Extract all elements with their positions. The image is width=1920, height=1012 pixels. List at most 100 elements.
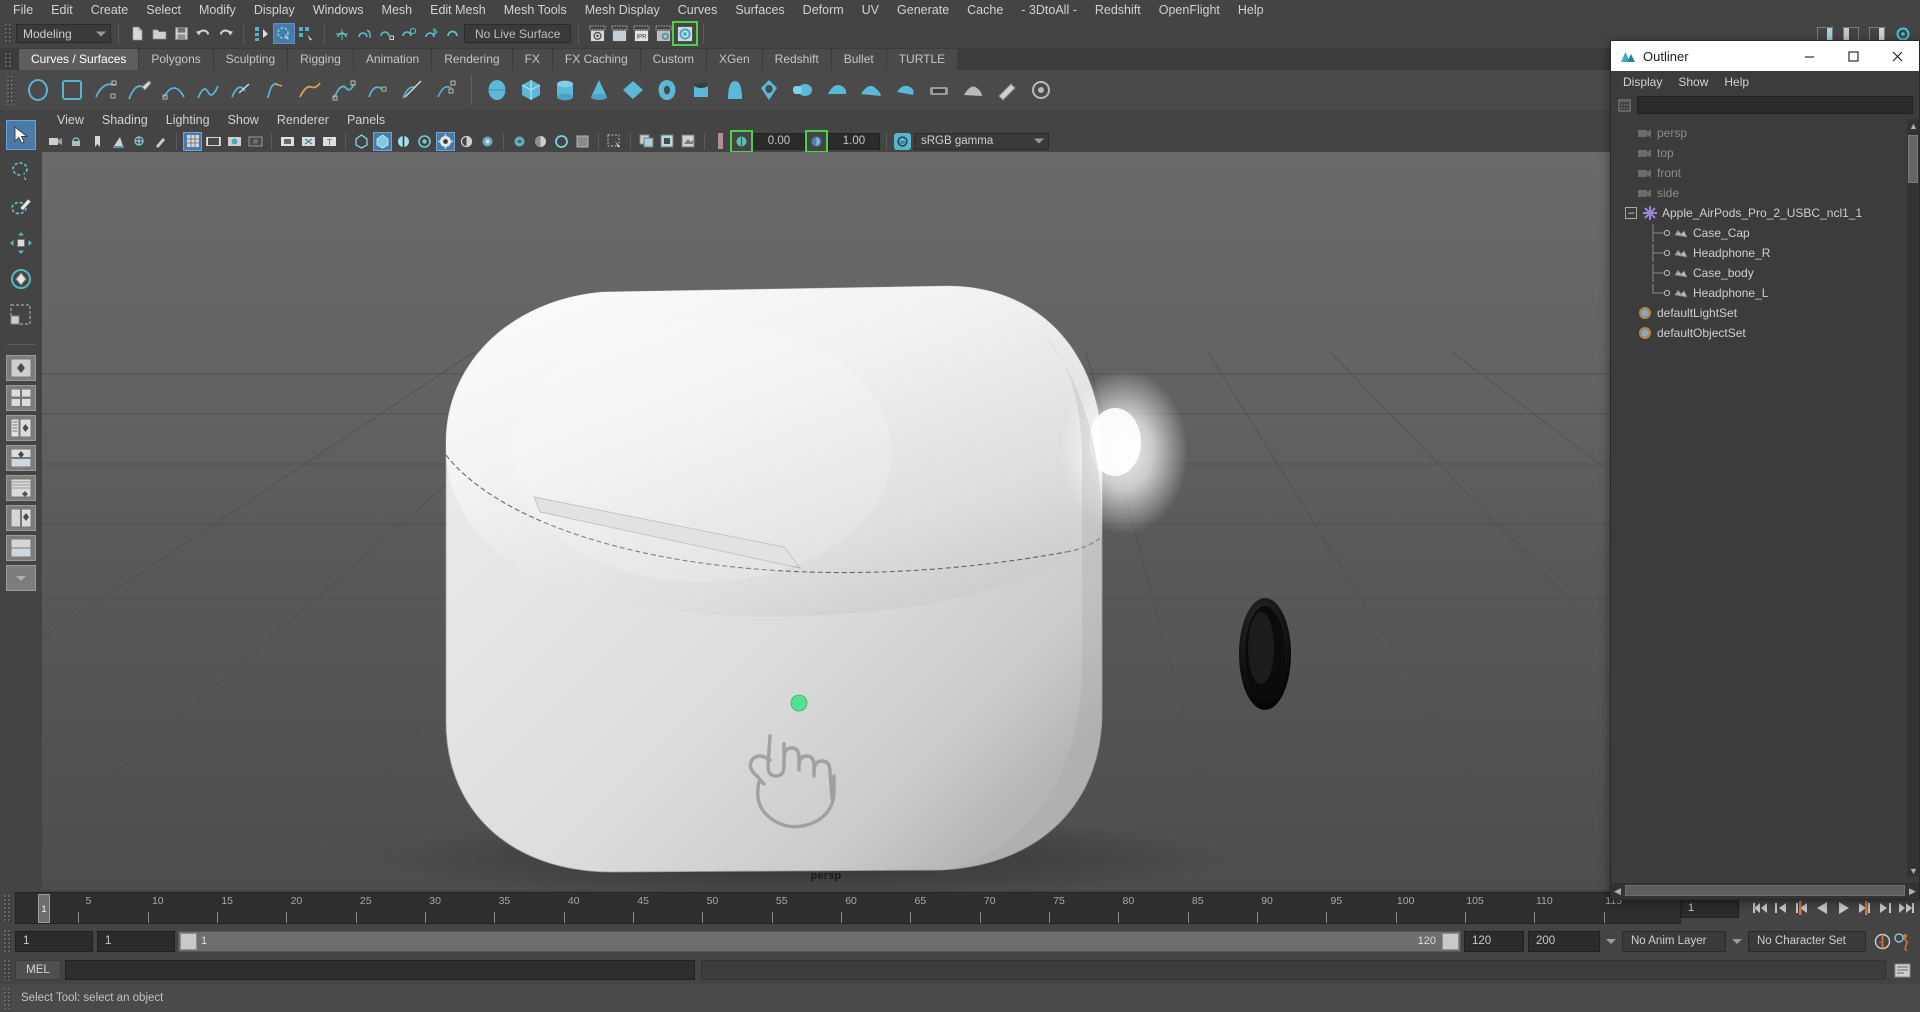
go-to-start-icon[interactable] [1749,898,1769,918]
outliner-menu-show[interactable]: Show [1670,73,1716,92]
menu-set-selector[interactable]: Modeling [16,24,111,43]
play-forwards-icon[interactable] [1833,898,1853,918]
polygon-cylinder-icon[interactable] [548,73,582,107]
outliner-horizontal-scrollbar[interactable]: ◀ ▶ [1611,883,1919,899]
outliner-item[interactable]: Headphone_L [1611,283,1907,303]
outliner-menu-display[interactable]: Display [1615,73,1670,92]
command-line-grip[interactable] [3,959,12,981]
polygon-extra3-icon[interactable] [956,73,990,107]
outliner-tree[interactable]: persp top front side – Apple_AirPods_Pro_2_US… [1611,119,1907,877]
redo-icon[interactable] [214,23,236,44]
polygon-sphere-type-b-icon[interactable] [854,73,888,107]
play-backwards-icon[interactable] [1812,898,1832,918]
polygon-cone-icon[interactable] [582,73,616,107]
range-bar[interactable]: 1 120 [178,930,1461,952]
snap-point-icon[interactable] [376,23,398,44]
polygon-extra2-icon[interactable] [922,73,956,107]
multisample-icon[interactable] [531,132,550,151]
layout-uv-editor[interactable] [6,505,36,531]
paint-select-tool[interactable] [6,192,36,222]
range-start-field[interactable]: 1 [15,930,93,952]
step-back-frame-icon[interactable] [1791,898,1811,918]
polygon-pipe-icon[interactable] [718,73,752,107]
layout-outliner-persp[interactable] [6,415,36,441]
filter-icon[interactable] [1617,98,1632,113]
chevron-down-icon[interactable] [1606,938,1616,944]
shelf-tab-fx-caching[interactable]: FX Caching [552,49,640,70]
viewport-menu-show[interactable]: Show [219,111,268,130]
perspective-viewport[interactable]: y z x persp [42,152,1610,890]
image-plane-icon[interactable] [109,132,128,151]
trim-tool-icon[interactable] [395,73,429,107]
isolate-select-icon[interactable] [573,132,592,151]
shelf-tab-polygons[interactable]: Polygons [139,49,213,70]
loft-surface-icon[interactable] [191,73,225,107]
polygon-extra1-icon[interactable] [888,73,922,107]
outliner-search-input[interactable] [1637,96,1913,114]
snap-grid-icon[interactable] [332,23,354,44]
shelf-grip[interactable] [4,52,13,68]
outliner-menu-help[interactable]: Help [1716,73,1757,92]
menu-item-mesh[interactable]: Mesh [373,0,422,20]
select-tool[interactable] [6,120,36,150]
range-slider-grip[interactable] [3,929,12,953]
menu-item-modify[interactable]: Modify [190,0,245,20]
scroll-down-arrow-icon[interactable]: ▼ [1907,864,1920,877]
extrude-surface-icon[interactable] [293,73,327,107]
hypershade-icon[interactable] [672,21,699,46]
step-back-keyframe-icon[interactable] [1770,898,1790,918]
lock-camera-icon[interactable] [67,132,86,151]
shelf-tab-fx[interactable]: FX [512,49,552,70]
gamma-field[interactable]: 1.00 [828,132,880,150]
anim-layer-selector[interactable]: No Anim Layer [1622,930,1726,952]
ipr-render-icon[interactable]: IPR [630,23,652,44]
shelf-tab-turtle[interactable]: TURTLE [886,49,958,70]
view-transform-selector[interactable]: sRGB gamma [914,132,1049,150]
shelf-tab-bullet[interactable]: Bullet [831,49,886,70]
soft-select-icon[interactable] [1024,73,1058,107]
outliner-item[interactable]: Case_body [1611,263,1907,283]
shelf-tab-curves-surfaces[interactable]: Curves / Surfaces [19,49,139,70]
shaded-wireframe-icon[interactable] [394,132,413,151]
outliner-hscroll-thumb[interactable] [1625,885,1905,896]
render-region-icon[interactable] [658,132,677,151]
shelf-tab-animation[interactable]: Animation [353,49,432,70]
current-time-indicator[interactable]: 1 [38,894,50,923]
step-forward-frame-icon[interactable] [1854,898,1874,918]
lasso-select-tool[interactable] [6,156,36,186]
menu-item-deform[interactable]: Deform [794,0,853,20]
new-scene-icon[interactable] [126,23,148,44]
shadows-icon[interactable] [457,132,476,151]
project-curve-icon[interactable] [429,73,463,107]
menu-item-file[interactable]: File [4,0,42,20]
exposure-field[interactable]: 0.00 [753,132,805,150]
menu-item-help[interactable]: Help [1229,0,1273,20]
nurbs-circle-icon[interactable] [21,73,55,107]
viewport-snapshot-icon[interactable] [605,132,624,151]
outliner-item[interactable]: Headphone_R [1611,243,1907,263]
shelf-tab-xgen[interactable]: XGen [706,49,762,70]
nurbs-square-icon[interactable] [55,73,89,107]
outliner-item[interactable]: front [1611,163,1907,183]
script-editor-icon[interactable] [1892,960,1912,980]
select-by-component-icon[interactable] [295,23,317,44]
exposure-reset-icon[interactable] [730,129,753,153]
menu-item-create[interactable]: Create [82,0,138,20]
menu-item-redshift[interactable]: Redshift [1086,0,1150,20]
revolve-surface-icon[interactable] [259,73,293,107]
layout-persp-graph[interactable] [6,475,36,501]
rotate-tool[interactable] [6,264,36,294]
render-view-icon[interactable] [637,132,656,151]
film-origin-icon[interactable] [278,132,297,151]
menu-item-windows[interactable]: Windows [304,0,373,20]
snap-view-plane-icon[interactable] [420,23,442,44]
outliner-item[interactable]: top [1611,143,1907,163]
go-to-end-icon[interactable] [1896,898,1916,918]
planar-surface-icon[interactable] [225,73,259,107]
polygon-prism-icon[interactable] [684,73,718,107]
exposure-toggle-icon[interactable] [711,132,730,151]
time-slider[interactable]: 1 5 10 15 20 25 30 35 40 45 50 55 60 65 70 75 80 85 90 95 1… [15,892,1681,924]
outliner-title-bar[interactable]: Outliner [1611,41,1919,71]
polygon-soccer-ball-icon[interactable] [786,73,820,107]
layout-hypershade-persp[interactable] [6,445,36,471]
